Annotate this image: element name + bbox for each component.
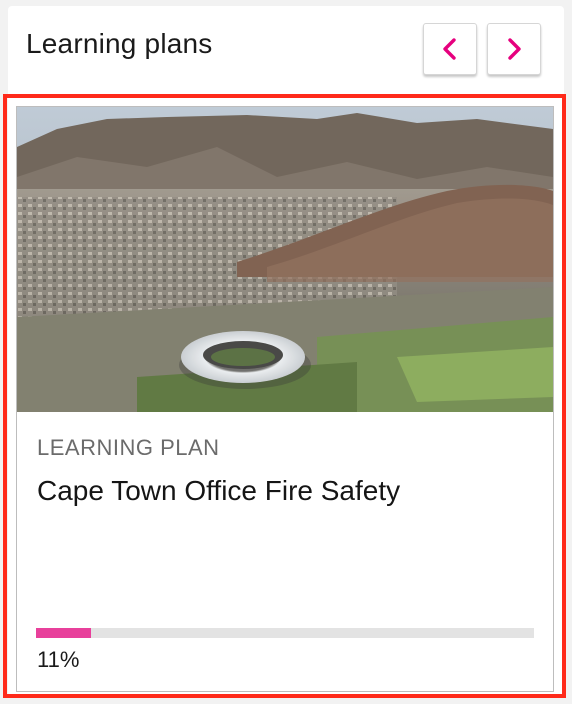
card-image	[17, 107, 553, 412]
learning-plan-card[interactable]: LEARNING PLAN Cape Town Office Fire Safe…	[16, 106, 554, 692]
next-button[interactable]	[487, 23, 541, 75]
chevron-left-icon	[443, 38, 456, 60]
widget-header: Learning plans	[8, 6, 564, 94]
progress-label: 11%	[37, 647, 80, 672]
chevron-right-icon	[508, 38, 521, 60]
widget-title: Learning plans	[26, 28, 213, 59]
card-type-label: LEARNING PLAN	[37, 435, 220, 460]
progress-fill	[36, 628, 91, 638]
previous-button[interactable]	[423, 23, 477, 75]
progress-bar	[36, 628, 534, 638]
card-title: Cape Town Office Fire Safety	[37, 475, 401, 506]
